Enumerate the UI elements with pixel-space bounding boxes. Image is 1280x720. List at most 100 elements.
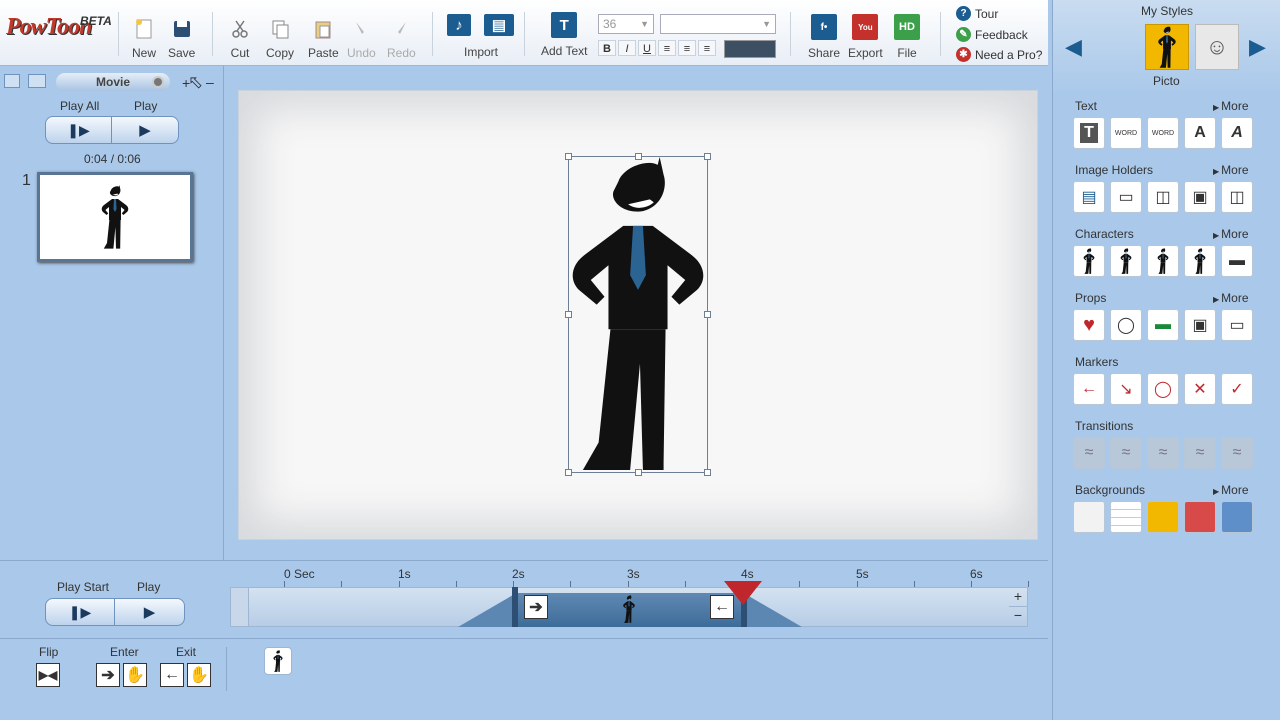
- characters-more-link[interactable]: More: [1213, 227, 1248, 241]
- slides-view-icon[interactable]: [28, 74, 46, 88]
- text-more-link[interactable]: More: [1213, 99, 1248, 113]
- tv-tile[interactable]: ◫: [1147, 181, 1179, 213]
- feedback-link[interactable]: ✎ Feedback: [956, 27, 1028, 42]
- image-holder-tile[interactable]: ▤: [1073, 181, 1105, 213]
- remove-slide-button[interactable]: –: [206, 74, 214, 90]
- character-tile[interactable]: [1073, 245, 1105, 277]
- selected-character[interactable]: [565, 153, 711, 476]
- redo-button[interactable]: Redo: [387, 18, 416, 60]
- import-audio-button[interactable]: ♪: [447, 14, 471, 36]
- style-picto[interactable]: [1145, 24, 1189, 70]
- computer-tile[interactable]: ◫: [1221, 181, 1253, 213]
- copy-button[interactable]: Copy: [266, 18, 294, 60]
- resize-handle[interactable]: [635, 153, 642, 160]
- save-button[interactable]: Save: [168, 18, 195, 60]
- canvas-stage[interactable]: [238, 90, 1038, 540]
- need-pro-link[interactable]: ✱ Need a Pro?: [956, 47, 1042, 62]
- timeline-play-button[interactable]: ▶: [115, 599, 184, 625]
- style-sketch[interactable]: ☺: [1195, 24, 1239, 70]
- transition-tile[interactable]: ≈: [1221, 437, 1253, 469]
- word-tile[interactable]: WORD: [1110, 117, 1142, 149]
- character-desk-tile[interactable]: [1184, 245, 1216, 277]
- character-tile[interactable]: [1110, 245, 1142, 277]
- align-center-button[interactable]: ≡: [678, 40, 696, 56]
- resize-handle[interactable]: [565, 311, 572, 318]
- track-scroll-left[interactable]: [231, 588, 249, 626]
- new-button[interactable]: New: [132, 18, 156, 60]
- slide-thumbnail[interactable]: [37, 172, 193, 262]
- tour-link[interactable]: ? Tour: [956, 6, 998, 21]
- paste-button[interactable]: Paste: [308, 18, 339, 60]
- underline-button[interactable]: U: [638, 40, 656, 56]
- enter-hand-button[interactable]: ✋: [123, 663, 147, 687]
- background-swatch[interactable]: [1110, 501, 1142, 533]
- font-family-select[interactable]: ▼: [660, 14, 776, 34]
- character-tile[interactable]: [1147, 245, 1179, 277]
- align-right-button[interactable]: ≡: [698, 40, 716, 56]
- camera-tile[interactable]: ▣: [1184, 309, 1216, 341]
- share-button[interactable]: f• Share: [808, 14, 840, 60]
- enter-arrow-button[interactable]: ➔: [96, 663, 120, 687]
- import-image-button[interactable]: ▤: [484, 14, 514, 36]
- laptop-tile[interactable]: ▣: [1184, 181, 1216, 213]
- prev-style-button[interactable]: ◀: [1065, 34, 1082, 60]
- speech-bubble-tile[interactable]: ▭: [1221, 309, 1253, 341]
- file-button[interactable]: HD File: [894, 14, 920, 60]
- word-tile-2[interactable]: WORD: [1147, 117, 1179, 149]
- resize-handle[interactable]: [635, 469, 642, 476]
- transition-tile[interactable]: ≈: [1184, 437, 1216, 469]
- letter-a-tile[interactable]: A: [1184, 117, 1216, 149]
- playhead-icon[interactable]: [724, 581, 762, 605]
- add-text-button[interactable]: T Add Text: [541, 12, 587, 58]
- marker-arrow-tile[interactable]: ←: [1073, 373, 1105, 405]
- font-size-select[interactable]: 36 ▼: [598, 14, 654, 34]
- align-left-button[interactable]: ≡: [658, 40, 676, 56]
- background-swatch[interactable]: [1147, 501, 1179, 533]
- play-start-button[interactable]: ❚▶: [46, 599, 115, 625]
- slide-view-icon[interactable]: [4, 74, 20, 88]
- movie-tab[interactable]: Movie: [56, 73, 170, 91]
- marker-circle-tile[interactable]: ◯: [1147, 373, 1179, 405]
- props-more-link[interactable]: More: [1213, 291, 1248, 305]
- image-holders-more-link[interactable]: More: [1213, 163, 1248, 177]
- money-tile[interactable]: ▬: [1147, 309, 1179, 341]
- export-button[interactable]: You Export: [848, 14, 883, 60]
- exit-hand-button[interactable]: ✋: [187, 663, 211, 687]
- bold-button[interactable]: B: [598, 40, 616, 56]
- exit-arrow-button[interactable]: ←: [160, 663, 184, 687]
- italic-button[interactable]: I: [618, 40, 636, 56]
- background-swatch[interactable]: [1221, 501, 1253, 533]
- enter-marker[interactable]: [512, 587, 518, 627]
- resize-handle[interactable]: [565, 469, 572, 476]
- lightbulb-tile[interactable]: ◯: [1110, 309, 1142, 341]
- layer-character-button[interactable]: [264, 647, 292, 675]
- heart-tile[interactable]: ♥: [1073, 309, 1105, 341]
- background-swatch[interactable]: [1184, 501, 1216, 533]
- next-style-button[interactable]: ▶: [1249, 34, 1266, 60]
- undo-button[interactable]: Undo: [347, 18, 376, 60]
- marker-x-tile[interactable]: ✕: [1184, 373, 1216, 405]
- cut-button[interactable]: Cut: [229, 18, 251, 60]
- transition-tile[interactable]: ≈: [1073, 437, 1105, 469]
- enter-arrow-icon[interactable]: ➔: [524, 595, 548, 619]
- resize-handle[interactable]: [704, 311, 711, 318]
- zoom-out-button[interactable]: −: [1009, 607, 1027, 626]
- backgrounds-more-link[interactable]: More: [1213, 483, 1248, 497]
- flip-button[interactable]: ▶◀: [36, 663, 60, 687]
- text-color-swatch[interactable]: [724, 40, 776, 58]
- background-swatch[interactable]: [1073, 501, 1105, 533]
- text-tile[interactable]: T: [1073, 117, 1105, 149]
- transition-tile[interactable]: ≈: [1147, 437, 1179, 469]
- marker-check-tile[interactable]: ✓: [1221, 373, 1253, 405]
- frame-tile[interactable]: ▭: [1110, 181, 1142, 213]
- play-all-button[interactable]: ❚▶: [46, 117, 112, 143]
- resize-handle[interactable]: [704, 469, 711, 476]
- marker-curve-tile[interactable]: ↘: [1110, 373, 1142, 405]
- letter-a-italic-tile[interactable]: A: [1221, 117, 1253, 149]
- zoom-in-button[interactable]: +: [1009, 588, 1027, 607]
- character-lying-tile[interactable]: ▬: [1221, 245, 1253, 277]
- play-button[interactable]: ▶: [112, 117, 178, 143]
- resize-handle[interactable]: [565, 153, 572, 160]
- resize-handle[interactable]: [704, 153, 711, 160]
- transition-tile[interactable]: ≈: [1110, 437, 1142, 469]
